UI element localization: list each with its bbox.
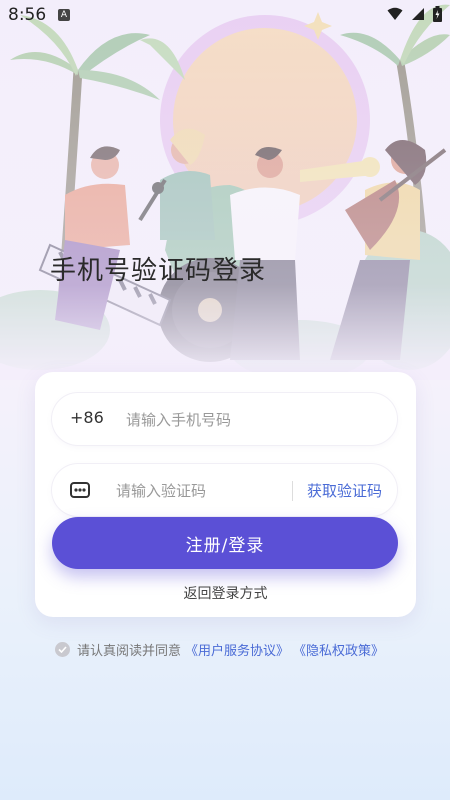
phone-input[interactable] (124, 403, 368, 437)
signal-icon (412, 8, 424, 20)
register-login-button[interactable]: 注册/登录 (52, 517, 398, 569)
page-title: 手机号验证码登录 (50, 256, 267, 286)
back-to-login-methods-link[interactable]: 返回登录方式 (35, 583, 416, 603)
field-divider (292, 481, 293, 501)
wifi-icon (387, 7, 403, 20)
privacy-policy-link[interactable]: 《隐私权政策》 (293, 640, 384, 659)
status-icons (387, 6, 442, 22)
country-code-prefix[interactable]: +86 (70, 408, 104, 427)
battery-icon (433, 6, 442, 22)
phone-field: +86 (52, 393, 397, 445)
code-field: 获取验证码 (52, 464, 397, 516)
login-card: +86 获取验证码 注册/登录 返回登录方式 (35, 372, 416, 617)
status-time: 8:56 (8, 5, 47, 25)
check-circle-icon[interactable] (55, 642, 70, 657)
band-illustration (0, 0, 450, 380)
get-code-button[interactable]: 获取验证码 (307, 480, 382, 501)
user-agreement-link[interactable]: 《用户服务协议》 (185, 640, 289, 659)
agreement-text: 请认真阅读并同意 (77, 644, 182, 659)
code-input[interactable] (114, 474, 288, 508)
checkmark-icon (58, 646, 67, 653)
keypad-icon (70, 482, 90, 498)
status-bar: 8:56 A (0, 0, 450, 32)
notification-icon: A (58, 9, 70, 21)
agreement-row: 请认真阅读并同意 《用户服务协议》 《隐私权政策》 (55, 640, 384, 659)
